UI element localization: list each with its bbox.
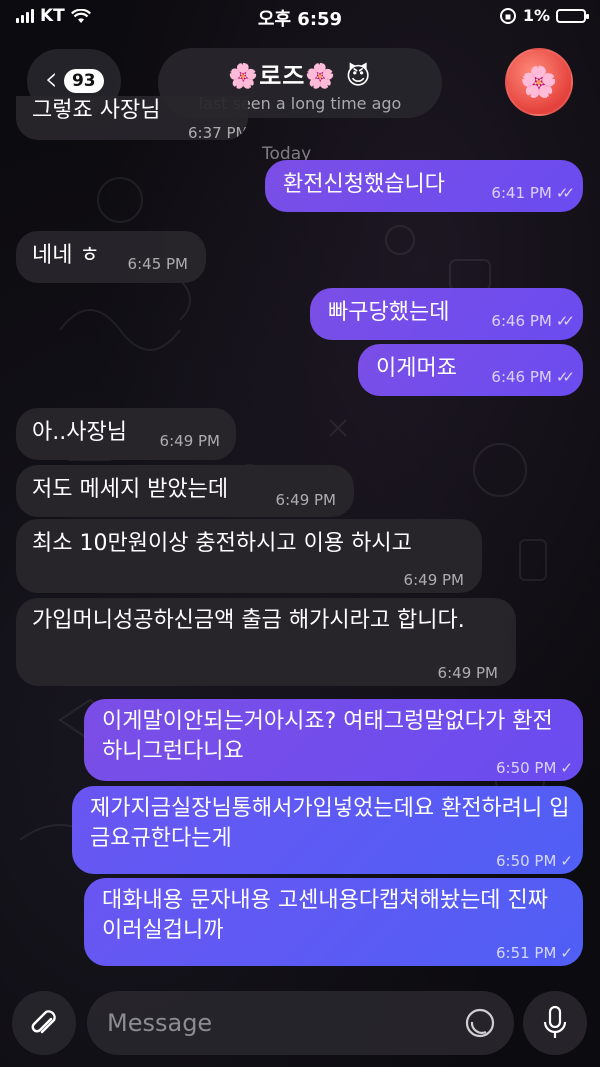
check-icon: ✓ [560, 852, 572, 870]
message-meta: 6:46 PM ✓✓ [491, 362, 575, 392]
message-bubble-incoming[interactable]: 최소 10만원이상 충전하시고 이용 하시고 6:49 PM [16, 519, 482, 593]
attach-button[interactable] [12, 991, 76, 1055]
message-text: 제가지금실장님통해서가입넣었는데요 환전하려니 입금요규한다는게 [90, 796, 570, 851]
sticker-icon[interactable] [463, 1006, 497, 1040]
message-text: 아..사장님 [32, 420, 127, 445]
message-meta: 6:51 PM ✓ [495, 938, 573, 968]
message-bubble-outgoing[interactable]: 빠구당했는데 6:46 PM ✓✓ [310, 288, 583, 340]
message-text: 대화내용 문자내용 고센내용다캡쳐해놨는데 진짜 이러실겁니까 [102, 888, 549, 943]
message-meta: 6:41 PM ✓✓ [491, 178, 575, 208]
message-text: 네네 ㅎ [32, 243, 100, 268]
chat-title: 🌸로즈🌸 😈 [228, 62, 372, 90]
message-text: 가입머니성공하신금액 출금 해가시라고 합니다. [32, 608, 465, 633]
message-meta: 6:46 PM ✓✓ [491, 306, 575, 336]
unread-count-badge: 93 [63, 69, 104, 93]
message-text: 저도 메세지 받았는데 [32, 477, 229, 502]
message-bubble-incoming[interactable]: 그렇죠 사장님 6:37 PM [16, 96, 248, 140]
message-text: 최소 10만원이상 충전하시고 이용 하시고 [32, 531, 412, 556]
message-time: 6:45 PM [127, 255, 188, 273]
message-text: 그렇죠 사장님 [32, 98, 161, 123]
message-time: 6:46 PM [491, 368, 552, 386]
message-time: 6:50 PM [495, 759, 557, 777]
message-time: 6:37 PM [188, 124, 248, 140]
message-bubble-outgoing[interactable]: 환전신청했습니다 6:41 PM ✓✓ [265, 160, 583, 212]
avatar[interactable]: 🌸 [505, 48, 573, 116]
message-time: 6:49 PM [437, 664, 498, 682]
message-text: 이게머죠 [376, 356, 457, 381]
message-meta: 6:50 PM ✓ [495, 846, 573, 876]
microphone-button[interactable] [523, 991, 587, 1055]
chevron-left-icon: ‹ [44, 59, 58, 99]
microphone-icon [543, 1005, 567, 1038]
message-input[interactable] [87, 991, 514, 1055]
battery-icon [556, 8, 589, 23]
orientation-lock-icon [499, 7, 516, 24]
battery-area: 1% [499, 6, 589, 25]
message-bubble-outgoing[interactable]: 제가지금실장님통해서가입넣었는데요 환전하려니 입금요규한다는게 6:50 PM… [72, 786, 583, 874]
message-bubble-incoming[interactable]: 아..사장님 6:49 PM [16, 408, 236, 460]
message-time: 6:49 PM [159, 432, 220, 450]
double-check-icon: ✓✓ [555, 312, 575, 330]
paperclip-icon [31, 1010, 56, 1034]
status-bar: KT 오후 6:59 1% [0, 0, 600, 34]
message-bubble-outgoing[interactable]: 이게머죠 6:46 PM ✓✓ [358, 344, 583, 396]
message-bubble-incoming[interactable]: 네네 ㅎ 6:45 PM [16, 231, 206, 283]
message-bubble-outgoing[interactable]: 이게말이안되는거아시죠? 여태그렁말없다가 환전하니그런다니요 6:50 PM ✓ [84, 699, 583, 781]
message-time: 6:49 PM [403, 571, 464, 589]
message-time: 6:41 PM [491, 184, 552, 202]
message-text: 빠구당했는데 [328, 300, 450, 325]
message-bubble-outgoing[interactable]: 대화내용 문자내용 고센내용다캡쳐해놨는데 진짜 이러실겁니까 6:51 PM ✓ [84, 878, 583, 966]
message-time: 6:51 PM [495, 944, 557, 962]
message-bubble-incoming[interactable]: 가입머니성공하신금액 출금 해가시라고 합니다. 6:49 PM [16, 598, 516, 686]
double-check-icon: ✓✓ [555, 368, 575, 386]
check-icon: ✓ [560, 759, 572, 777]
double-check-icon: ✓✓ [555, 184, 575, 202]
message-time: 6:50 PM [495, 852, 557, 870]
message-time: 6:49 PM [275, 491, 336, 509]
message-bubble-incoming[interactable]: 저도 메세지 받았는데 6:49 PM [16, 465, 354, 517]
check-icon: ✓ [560, 944, 572, 962]
message-text: 환전신청했습니다 [283, 172, 445, 197]
message-meta: 6:50 PM ✓ [495, 753, 573, 783]
battery-percent: 1% [522, 6, 550, 25]
message-time: 6:46 PM [491, 312, 552, 330]
